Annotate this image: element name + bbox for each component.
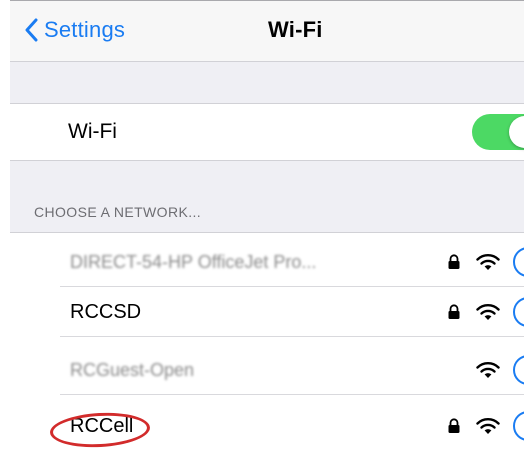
network-name: RCCSD bbox=[70, 301, 142, 323]
lock-icon bbox=[448, 418, 460, 433]
navigation-bar: Settings Wi-Fi bbox=[10, 1, 524, 61]
wifi-signal-icon bbox=[476, 418, 500, 434]
wifi-settings-screen: Settings Wi-Fi Wi-Fi CHOOSE A NETWORK...… bbox=[0, 0, 524, 450]
choose-network-header: CHOOSE A NETWORK... bbox=[34, 204, 202, 220]
network-name: RCCell bbox=[70, 415, 134, 437]
network-row-rccsd[interactable]: RCCSD bbox=[10, 287, 524, 337]
wifi-signal-icon bbox=[476, 362, 500, 378]
wifi-signal-icon bbox=[476, 254, 500, 270]
info-icon[interactable] bbox=[513, 355, 524, 385]
network-name: DIRECT-54-HP OfficeJet Pro... bbox=[70, 252, 317, 272]
back-button[interactable]: Settings bbox=[24, 13, 125, 47]
section-spacer bbox=[10, 61, 524, 104]
network-list: DIRECT-54-HP OfficeJet Pro... RCCSD RCGu… bbox=[10, 232, 524, 450]
lock-icon bbox=[448, 304, 460, 319]
network-row-rcguest[interactable]: RCGuest-Open bbox=[10, 345, 524, 395]
info-icon[interactable] bbox=[513, 411, 524, 441]
network-row-hp-direct[interactable]: DIRECT-54-HP OfficeJet Pro... bbox=[10, 237, 524, 287]
network-row-rccell[interactable]: RCCell bbox=[10, 401, 524, 450]
network-name: RCGuest-Open bbox=[70, 360, 195, 380]
info-icon[interactable] bbox=[513, 297, 524, 327]
wifi-toggle-label: Wi-Fi bbox=[68, 120, 117, 143]
lock-icon bbox=[448, 254, 460, 269]
wifi-toggle-switch[interactable] bbox=[472, 114, 524, 150]
toggle-knob bbox=[509, 116, 524, 148]
wifi-signal-icon bbox=[476, 304, 500, 320]
back-button-label: Settings bbox=[44, 17, 126, 42]
wifi-toggle-row: Wi-Fi bbox=[10, 103, 524, 161]
chevron-left-icon bbox=[24, 18, 38, 42]
left-margin bbox=[0, 0, 10, 450]
info-icon[interactable] bbox=[513, 247, 524, 277]
page-title: Wi-Fi bbox=[268, 17, 323, 42]
